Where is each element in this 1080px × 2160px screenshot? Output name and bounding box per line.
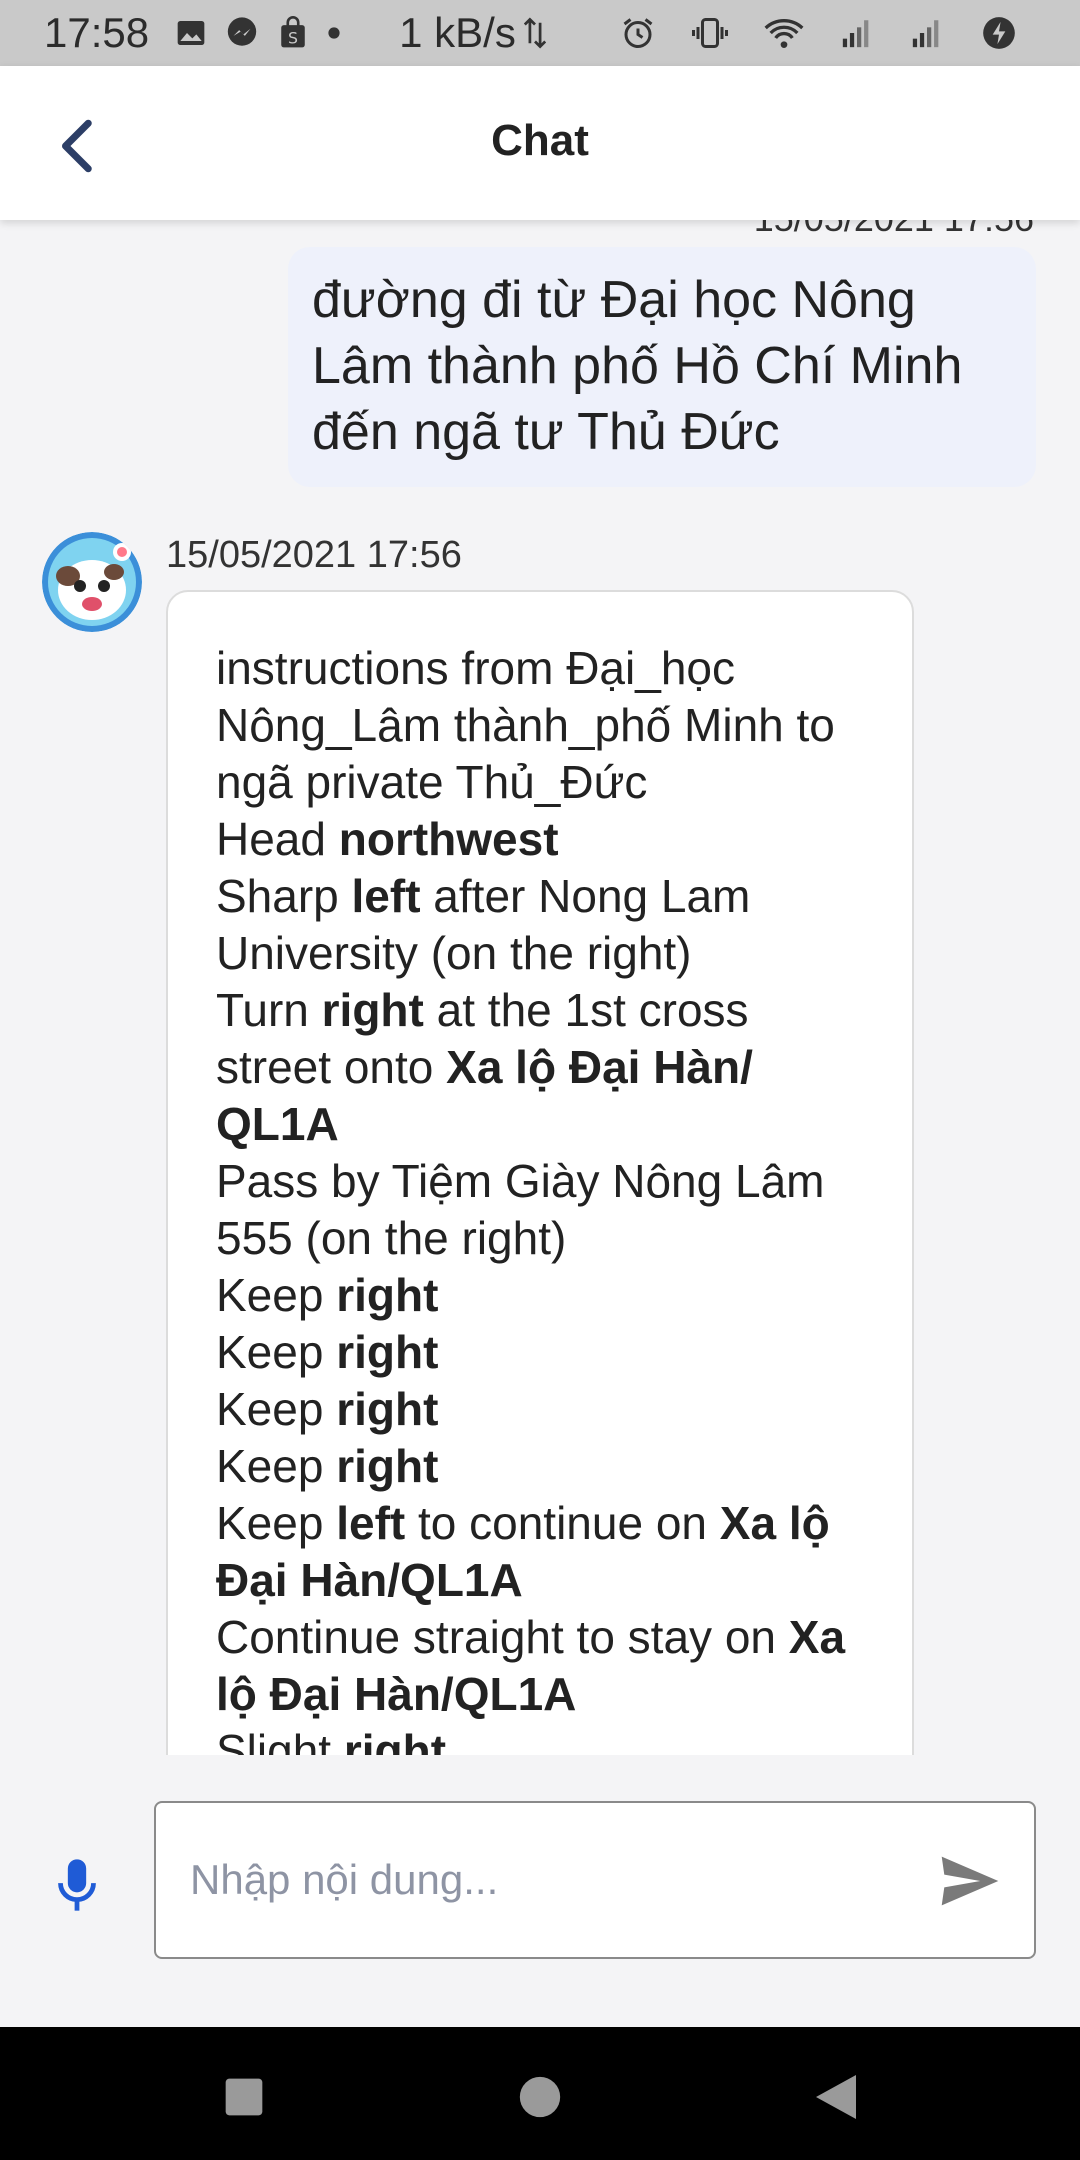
square-icon bbox=[225, 2078, 263, 2116]
home-button[interactable] bbox=[510, 2067, 570, 2127]
signal-icon bbox=[840, 16, 874, 50]
send-button[interactable] bbox=[936, 1849, 1004, 1913]
send-icon bbox=[941, 1856, 999, 1906]
dot-icon bbox=[327, 26, 341, 40]
message-input-box[interactable] bbox=[154, 1801, 1036, 1959]
bot-line: Slight right bbox=[216, 1725, 447, 1755]
bot-line: Keep right bbox=[216, 1269, 439, 1321]
page-title: Chat bbox=[491, 116, 589, 165]
battery-saver-icon bbox=[980, 14, 1018, 52]
message-input[interactable] bbox=[188, 1843, 892, 1917]
user-message-text: đường đi từ Đại học Nông Lâm thành phố H… bbox=[312, 271, 963, 461]
triangle-back-icon bbox=[816, 2075, 856, 2119]
alarm-icon bbox=[620, 15, 656, 51]
vibrate-icon bbox=[692, 15, 728, 51]
bot-avatar bbox=[42, 532, 142, 632]
bot-line: Turn right at the 1st cross street onto … bbox=[216, 984, 753, 1150]
recents-button[interactable] bbox=[214, 2067, 274, 2127]
messenger-icon bbox=[225, 16, 259, 50]
image-icon bbox=[175, 17, 207, 49]
shop-icon: S bbox=[277, 16, 309, 50]
signal-icon-2 bbox=[910, 16, 944, 50]
user-message-bubble: đường đi từ Đại học Nông Lâm thành phố H… bbox=[288, 247, 1036, 487]
status-time: 17:58 bbox=[44, 9, 150, 56]
status-bar: 17:58 S 1 kB/s bbox=[0, 0, 1080, 66]
circle-icon bbox=[519, 2076, 561, 2118]
nav-back-button[interactable] bbox=[806, 2067, 866, 2127]
chat-messages[interactable]: 15/05/2021 17:56 đường đi từ Đại học Nôn… bbox=[0, 220, 1080, 1755]
bot-line: Keep left to continue on Xa lộ Đại Hàn/Q… bbox=[216, 1497, 830, 1606]
svg-text:S: S bbox=[288, 28, 298, 47]
bot-line: Head northwest bbox=[216, 813, 559, 865]
bot-line: instructions from Đại_học Nông_Lâm thành… bbox=[216, 642, 835, 808]
wifi-icon bbox=[764, 16, 804, 50]
data-arrows-icon bbox=[523, 16, 546, 50]
bot-message-timestamp: 15/05/2021 17:56 bbox=[166, 534, 462, 576]
bot-line: Continue straight to stay on Xa lộ Đại H… bbox=[216, 1611, 846, 1720]
microphone-icon bbox=[58, 1859, 96, 1911]
network-speed: 1 kB/s bbox=[399, 9, 516, 56]
mic-button[interactable] bbox=[46, 1847, 108, 1923]
bot-line: Pass by Tiệm Giày Nông Lâm 555 (on the r… bbox=[216, 1155, 825, 1264]
bot-line: Sharp left after Nong Lam University (on… bbox=[216, 870, 751, 979]
bot-line: Keep right bbox=[216, 1326, 439, 1378]
app-bar: Chat bbox=[0, 66, 1080, 220]
bot-line: Keep right bbox=[216, 1440, 439, 1492]
bot-message-bubble: instructions from Đại_học Nông_Lâm thành… bbox=[166, 590, 914, 1755]
bot-line: Keep right bbox=[216, 1383, 439, 1435]
message-timestamp: 15/05/2021 17:56 bbox=[754, 220, 1034, 240]
message-composer bbox=[0, 1755, 1080, 2027]
system-nav-bar bbox=[0, 2027, 1080, 2160]
